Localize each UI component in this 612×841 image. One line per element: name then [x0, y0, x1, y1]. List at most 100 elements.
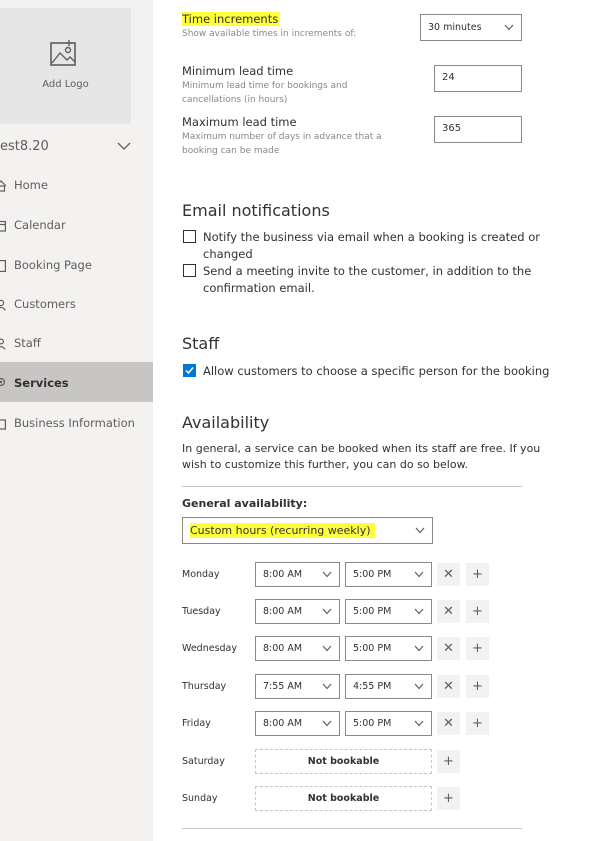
chevron-down-icon	[414, 645, 424, 651]
end-time-value: 5:00 PM	[353, 718, 392, 729]
min-lead-time-input[interactable]: 24	[434, 65, 522, 92]
monday-add-button[interactable]: +	[466, 563, 489, 586]
tuesday-add-button[interactable]: +	[466, 600, 489, 623]
thursday-remove-button[interactable]: ✕	[437, 675, 460, 698]
checkmark-icon	[185, 367, 194, 375]
sidebar-item-customers[interactable]: Customers	[0, 287, 153, 323]
wednesday-start-dropdown[interactable]: 8:00 AM	[255, 636, 340, 661]
max-lead-time-label: Maximum lead time	[182, 115, 297, 129]
plus-icon: +	[472, 567, 483, 582]
plus-icon: +	[472, 604, 483, 619]
wednesday-end-dropdown[interactable]: 5:00 PM	[345, 636, 432, 661]
chevron-down-icon	[322, 608, 332, 614]
send-invite-label-1: Send a meeting invite to the customer, i…	[203, 264, 532, 278]
wednesday-add-button[interactable]: +	[466, 637, 489, 660]
business-name: est8.20	[0, 139, 49, 154]
send-invite-label-2: confirmation email.	[203, 281, 315, 295]
tuesday-remove-button[interactable]: ✕	[437, 600, 460, 623]
saturday-add-button[interactable]: +	[437, 750, 460, 773]
divider	[182, 828, 522, 829]
sunday-not-bookable: Not bookable	[255, 786, 432, 811]
saturday-not-bookable: Not bookable	[255, 749, 432, 774]
time-increments-value: 30 minutes	[428, 22, 482, 33]
sunday-add-button[interactable]: +	[437, 787, 460, 810]
friday-remove-button[interactable]: ✕	[437, 712, 460, 735]
friday-start-dropdown[interactable]: 8:00 AM	[255, 711, 340, 736]
sidebar-item-label: Home	[14, 178, 48, 192]
close-icon: ✕	[443, 679, 454, 694]
allow-choose-staff-checkbox[interactable]	[183, 364, 196, 377]
end-time-value: 5:00 PM	[353, 643, 392, 654]
close-icon: ✕	[443, 641, 454, 656]
sidebar-item-label: Business Information	[14, 416, 135, 430]
divider	[182, 486, 522, 487]
friday-add-button[interactable]: +	[466, 712, 489, 735]
monday-end-dropdown[interactable]: 5:00 PM	[345, 562, 432, 587]
email-notifications-heading: Email notifications	[182, 201, 330, 220]
add-logo-button[interactable]: Add Logo	[0, 8, 131, 124]
start-time-value: 8:00 AM	[263, 718, 303, 729]
friday-end-dropdown[interactable]: 5:00 PM	[345, 711, 432, 736]
availability-description-2: wish to customize this further, you can …	[182, 458, 469, 471]
tuesday-end-dropdown[interactable]: 5:00 PM	[345, 599, 432, 624]
start-time-value: 7:55 AM	[263, 681, 303, 692]
sidebar-item-label: Calendar	[14, 218, 66, 232]
staff-icon	[0, 338, 6, 350]
thursday-add-button[interactable]: +	[466, 675, 489, 698]
monday-remove-button[interactable]: ✕	[437, 563, 460, 586]
sidebar: Add Logo est8.20 Home Calendar Booking P…	[0, 0, 153, 841]
sidebar-item-home[interactable]: Home	[0, 168, 153, 204]
day-label-tuesday: Tuesday	[182, 606, 221, 617]
tuesday-start-dropdown[interactable]: 8:00 AM	[255, 599, 340, 624]
sidebar-item-staff[interactable]: Staff	[0, 326, 153, 362]
services-icon	[0, 378, 5, 386]
availability-heading: Availability	[182, 413, 270, 432]
calendar-icon	[0, 220, 6, 232]
end-time-value: 5:00 PM	[353, 569, 392, 580]
max-lead-time-input[interactable]: 365	[434, 116, 522, 143]
min-lead-time-hint-1: Minimum lead time for bookings and	[182, 81, 348, 91]
thursday-end-dropdown[interactable]: 4:55 PM	[345, 674, 432, 699]
sidebar-item-label: Booking Page	[14, 258, 92, 272]
notify-business-checkbox[interactable]	[183, 230, 196, 243]
sidebar-item-calendar[interactable]: Calendar	[0, 208, 153, 244]
chevron-down-icon	[414, 683, 424, 689]
general-availability-dropdown[interactable]: Custom hours (recurring weekly)	[182, 517, 433, 544]
chevron-down-icon	[322, 645, 332, 651]
plus-icon: +	[443, 791, 454, 806]
image-icon	[50, 40, 76, 66]
min-lead-time-hint-2: cancellations (in hours)	[182, 95, 288, 105]
sidebar-item-booking-page[interactable]: Booking Page	[0, 248, 153, 284]
monday-start-dropdown[interactable]: 8:00 AM	[255, 562, 340, 587]
chevron-down-icon	[415, 527, 425, 533]
business-info-icon	[0, 419, 6, 430]
time-increments-label: Time increments	[182, 12, 281, 26]
day-label-sunday: Sunday	[182, 793, 218, 804]
chevron-down-icon	[414, 608, 424, 614]
day-label-saturday: Saturday	[182, 756, 225, 767]
start-time-value: 8:00 AM	[263, 606, 303, 617]
time-increments-dropdown[interactable]: 30 minutes	[420, 14, 522, 41]
end-time-value: 5:00 PM	[353, 606, 392, 617]
general-availability-value: Custom hours (recurring weekly)	[190, 523, 375, 538]
sidebar-item-services[interactable]: Services	[0, 362, 153, 402]
booking-page-icon	[0, 260, 6, 272]
chevron-down-icon	[414, 720, 424, 726]
min-lead-time-label: Minimum lead time	[182, 64, 294, 78]
send-invite-checkbox[interactable]	[183, 264, 196, 277]
day-label-thursday: Thursday	[182, 681, 227, 692]
end-time-value: 4:55 PM	[353, 681, 392, 692]
close-icon: ✕	[443, 567, 454, 582]
day-label-monday: Monday	[182, 569, 220, 580]
day-label-wednesday: Wednesday	[182, 643, 238, 654]
sidebar-item-business-information[interactable]: Business Information	[0, 406, 153, 442]
notify-business-label-1: Notify the business via email when a boo…	[203, 230, 540, 244]
thursday-start-dropdown[interactable]: 7:55 AM	[255, 674, 340, 699]
availability-description-1: In general, a service can be booked when…	[182, 442, 541, 455]
allow-choose-staff-label: Allow customers to choose a specific per…	[203, 364, 550, 378]
chevron-down-icon	[322, 683, 332, 689]
wednesday-remove-button[interactable]: ✕	[437, 637, 460, 660]
start-time-value: 8:00 AM	[263, 643, 303, 654]
chevron-down-icon[interactable]	[116, 140, 132, 152]
close-icon: ✕	[443, 604, 454, 619]
